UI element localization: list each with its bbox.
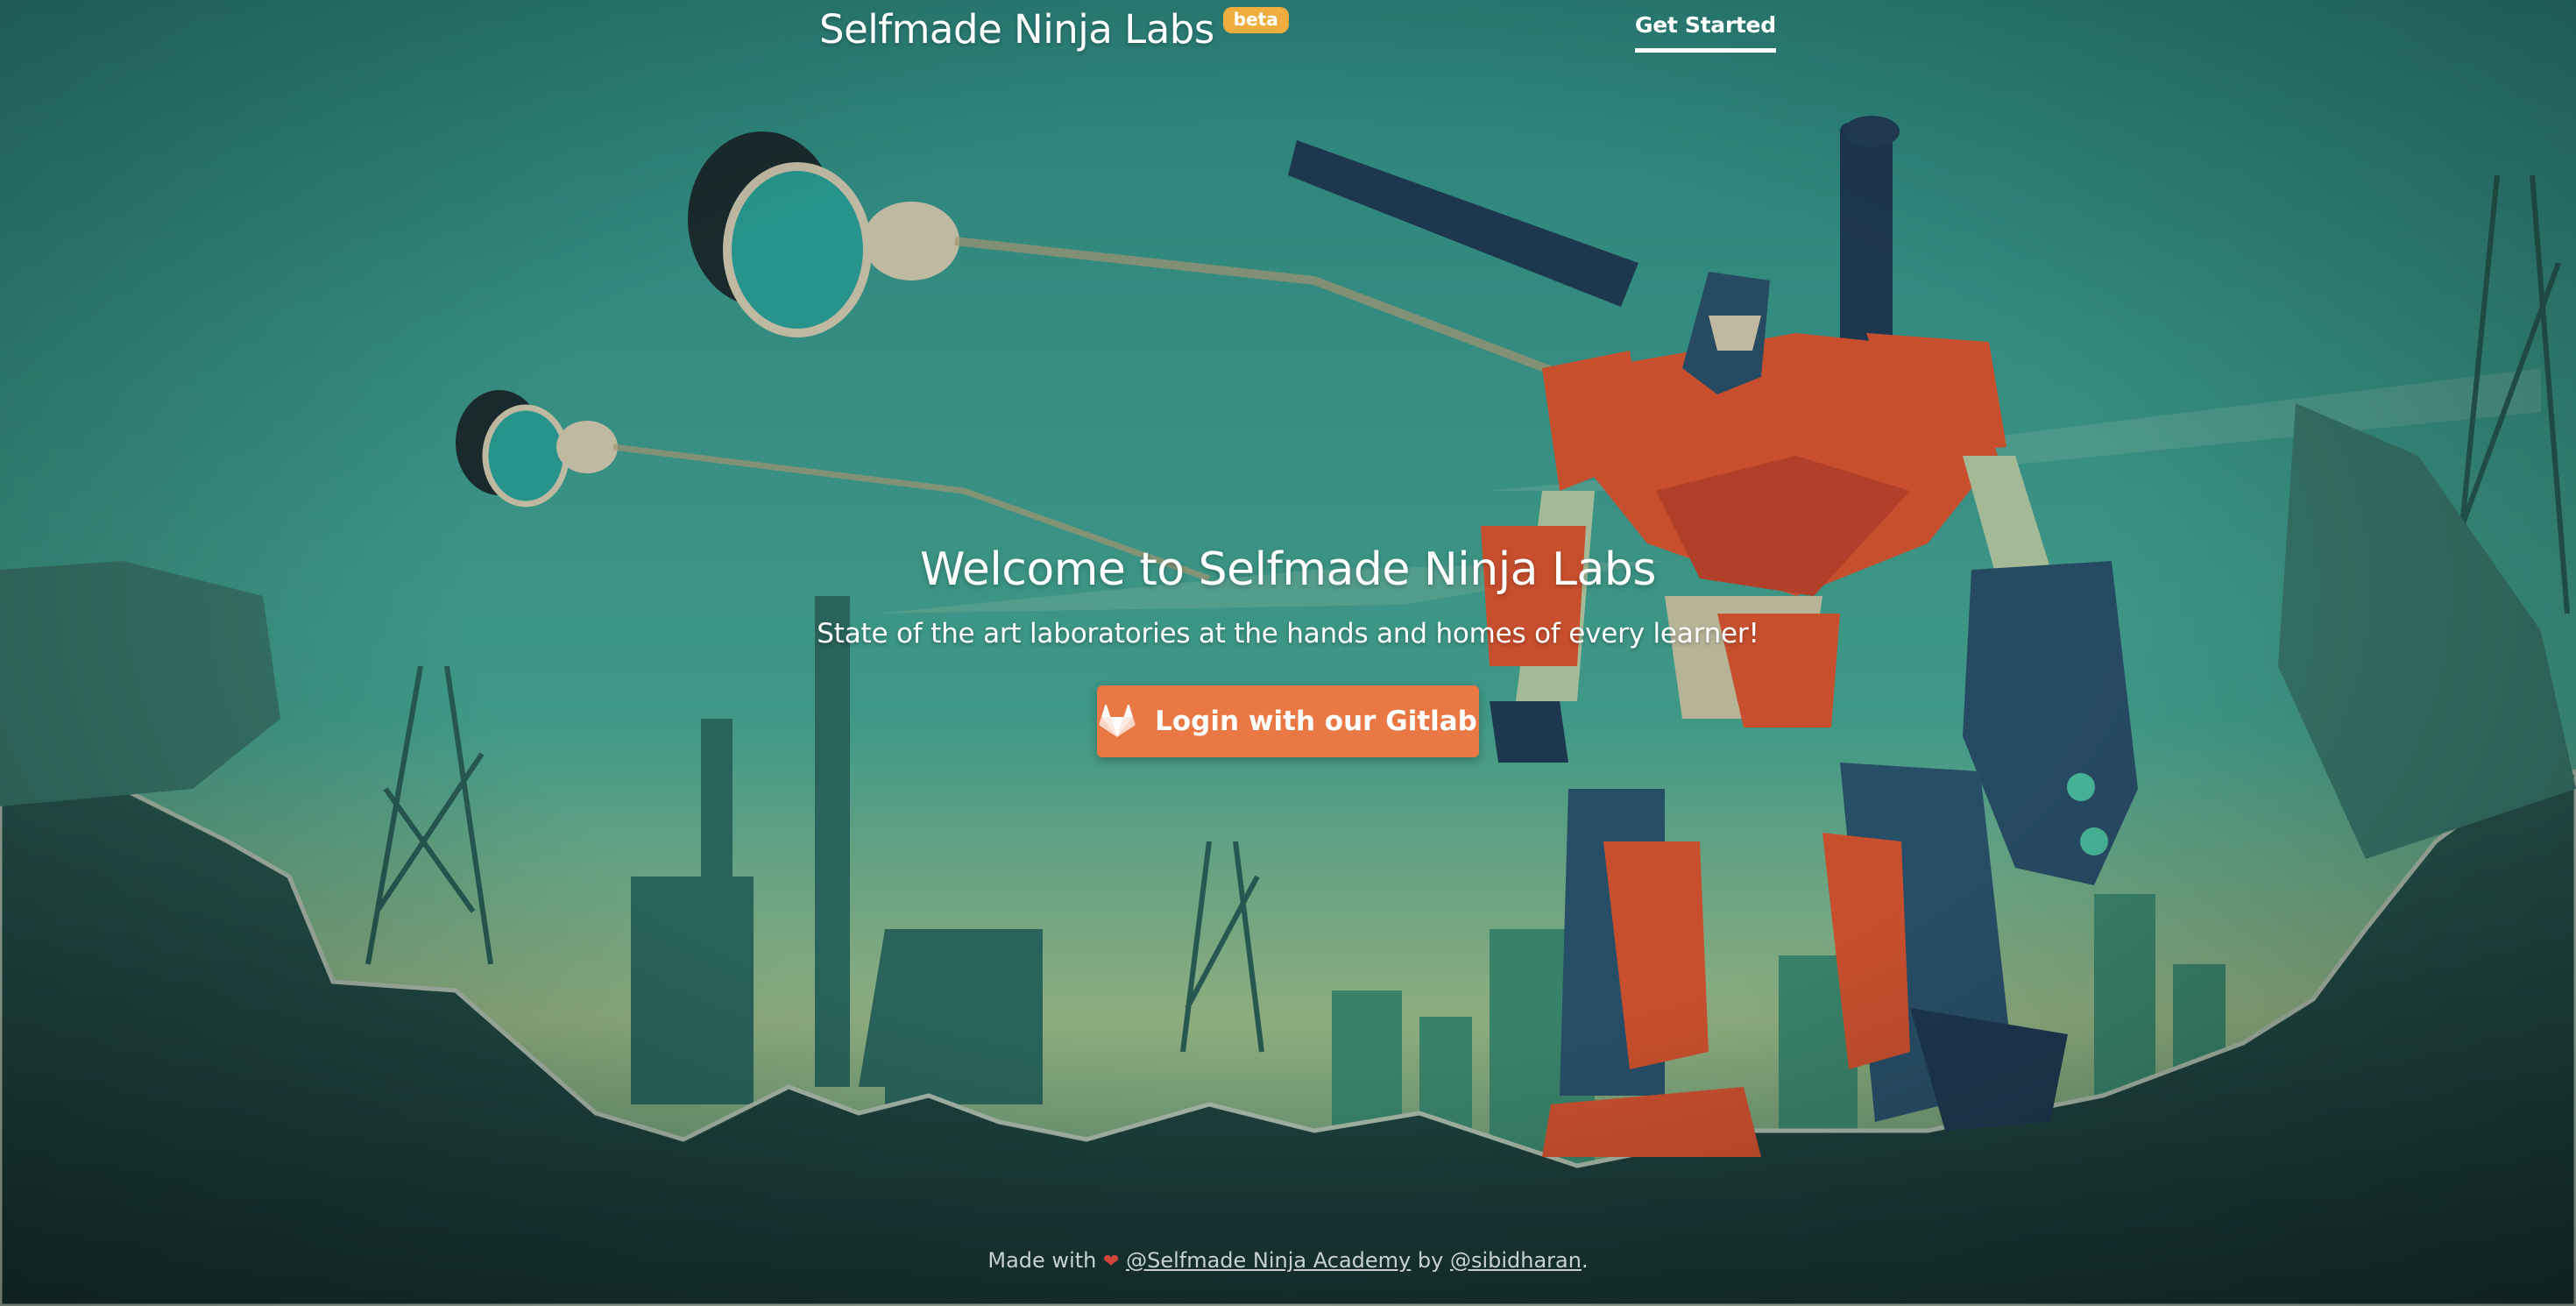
login-with-gitlab-button[interactable]: Login with our Gitlab — [1097, 685, 1479, 757]
page: Selfmade Ninja Labs beta Get Started Wel… — [0, 0, 2576, 1306]
beta-badge: beta — [1222, 7, 1289, 33]
footer-academy-link[interactable]: @Selfmade Ninja Academy — [1126, 1248, 1411, 1273]
footer-made-with: Made with — [987, 1248, 1097, 1273]
hero-subtitle: State of the art laboratories at the han… — [817, 618, 1759, 649]
heart-icon: ❤ — [1103, 1251, 1120, 1273]
login-button-label: Login with our Gitlab — [1155, 706, 1477, 737]
background-illustration — [0, 0, 2576, 1306]
footer-by: by — [1417, 1248, 1444, 1273]
footer: Made with ❤ @Selfmade Ninja Academy by @… — [0, 1248, 2576, 1273]
brand-title: Selfmade Ninja Labs — [819, 6, 1214, 53]
nav-get-started-link[interactable]: Get Started — [1635, 12, 1776, 53]
gitlab-icon — [1099, 704, 1136, 737]
brand-logo-link[interactable]: Selfmade Ninja Labs beta — [819, 5, 1289, 54]
footer-author-link[interactable]: @sibidharan — [1450, 1248, 1582, 1273]
footer-period: . — [1581, 1248, 1589, 1273]
hero-title: Welcome to Selfmade Ninja Labs — [919, 543, 1657, 596]
